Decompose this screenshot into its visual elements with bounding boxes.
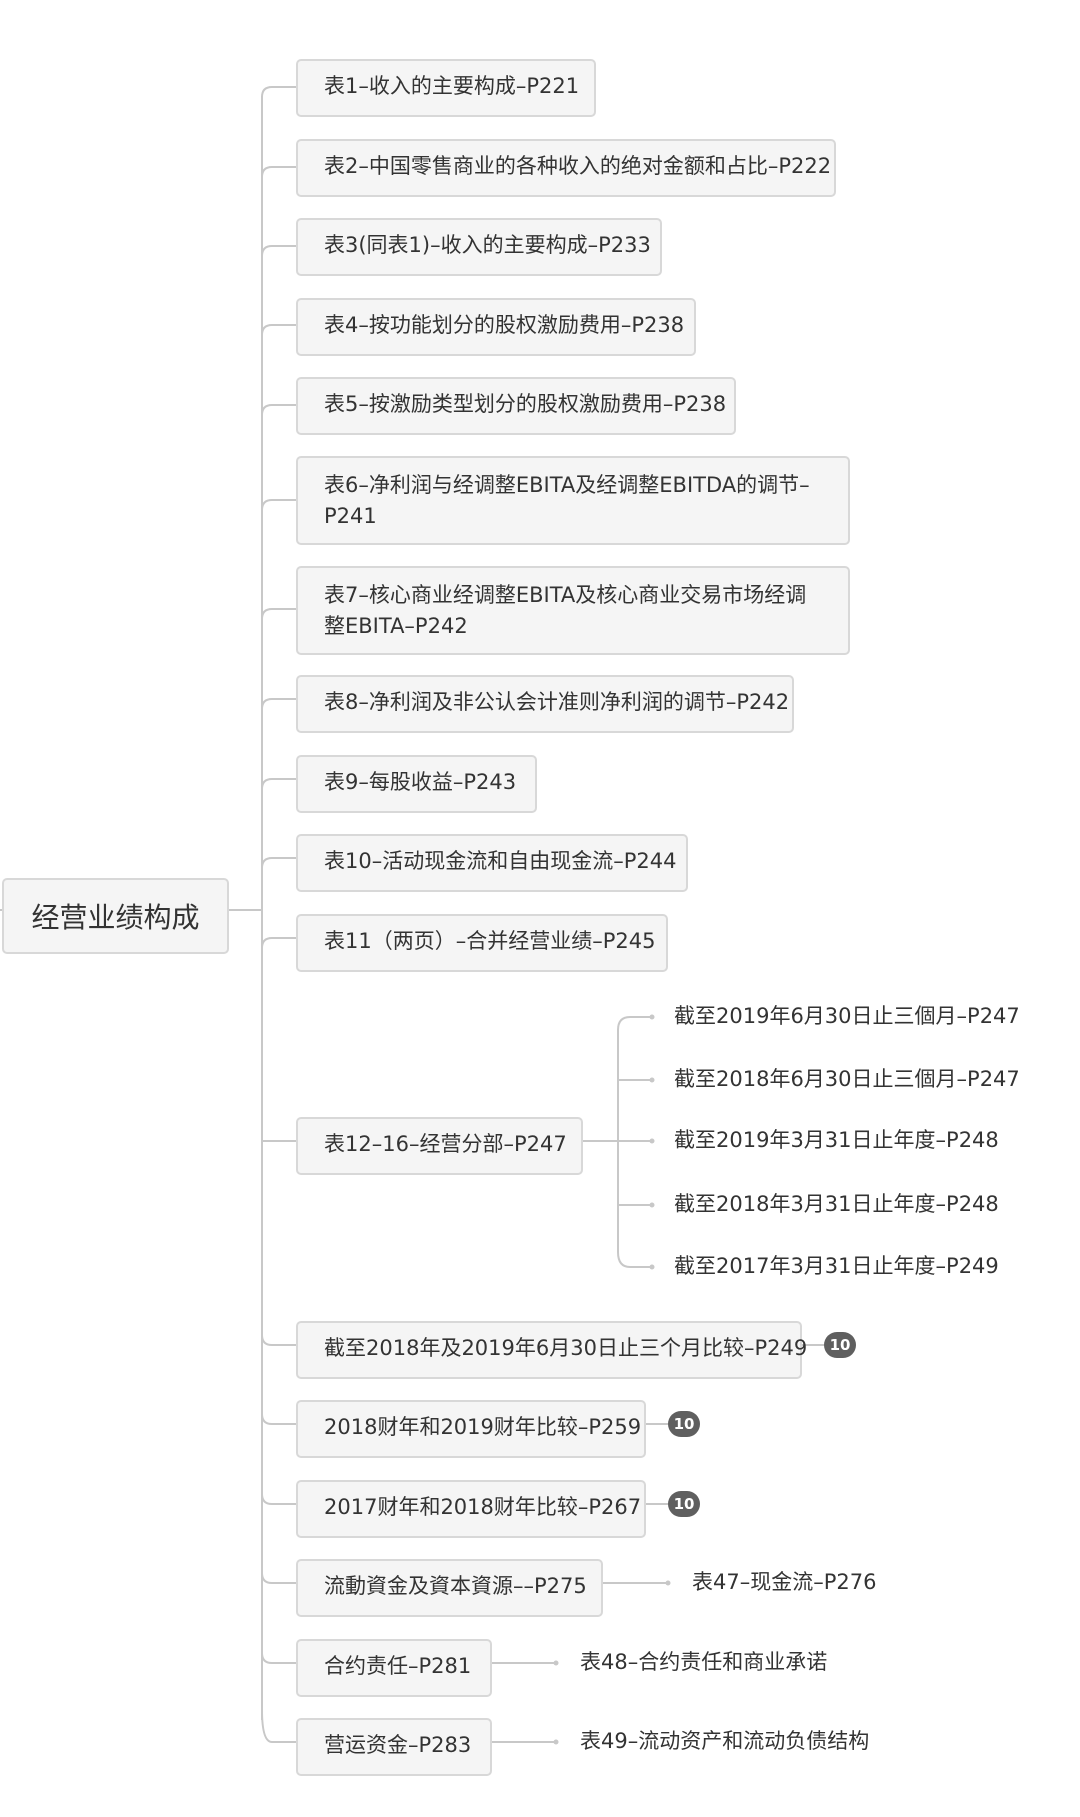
branch-node-label: 营运资金–P283 bbox=[324, 1733, 472, 1757]
branch-node-label: 表6–净利润与经调整EBITA及经调整EBITDA的调节–P241 bbox=[324, 473, 810, 528]
branch-node-label: 表8–净利润及非公认会计准则净利润的调节–P242 bbox=[324, 690, 790, 714]
branch-node-table4[interactable]: 表4–按功能划分的股权激励费用–P238 bbox=[296, 298, 696, 356]
branch-node-label: 表2–中国零售商业的各种收入的绝对金额和占比–P222 bbox=[324, 154, 832, 178]
collapsed-count-badge[interactable]: 10 bbox=[668, 1411, 700, 1437]
branch-node-label: 合约责任–P281 bbox=[324, 1654, 472, 1678]
collapsed-count-badge[interactable]: 10 bbox=[824, 1332, 856, 1358]
branch-node-label: 流動資金及資本資源––P275 bbox=[324, 1574, 587, 1598]
branch-node-fy2018-2019[interactable]: 2018财年和2019财年比较–P259 bbox=[296, 1400, 646, 1458]
branch-node-label: 表12–16–经营分部–P247 bbox=[324, 1132, 567, 1156]
branch-node-table2[interactable]: 表2–中国零售商业的各种收入的绝对金额和占比–P222 bbox=[296, 139, 836, 197]
branch-node-label: 表1–收入的主要构成–P221 bbox=[324, 74, 580, 98]
branch-node-table6[interactable]: 表6–净利润与经调整EBITA及经调整EBITDA的调节–P241 bbox=[296, 456, 850, 545]
leaf-node[interactable]: 表48–合约责任和商业承诺 bbox=[580, 1647, 827, 1678]
branch-node-quarter-comparison[interactable]: 截至2018年及2019年6月30日止三个月比较–P249 bbox=[296, 1321, 807, 1379]
branch-node-label: 2018财年和2019财年比较–P259 bbox=[324, 1415, 642, 1439]
branch-node-label: 表5–按激励类型划分的股权激励费用–P238 bbox=[324, 392, 727, 416]
leaf-node[interactable]: 截至2019年6月30日止三個月–P247 bbox=[674, 1001, 1020, 1032]
branch-node-label: 表10–活动现金流和自由现金流–P244 bbox=[324, 849, 677, 873]
collapsed-count-badge[interactable]: 10 bbox=[668, 1491, 700, 1517]
branch-node-working-capital[interactable]: 营运资金–P283 bbox=[296, 1718, 492, 1776]
root-node-label: 经营业绩构成 bbox=[31, 901, 200, 934]
leaf-node[interactable]: 截至2018年6月30日止三個月–P247 bbox=[674, 1064, 1020, 1095]
branch-node-liquidity[interactable]: 流動資金及資本資源––P275 bbox=[296, 1559, 603, 1617]
branch-node-table1[interactable]: 表1–收入的主要构成–P221 bbox=[296, 59, 596, 117]
leaf-node[interactable]: 表49–流动资产和流动负债结构 bbox=[580, 1726, 869, 1757]
branch-node-fy2017-2018[interactable]: 2017财年和2018财年比较–P267 bbox=[296, 1480, 646, 1538]
branch-node-label: 表7–核心商业经调整EBITA及核心商业交易市场经调整EBITA–P242 bbox=[324, 583, 807, 638]
branch-node-table9[interactable]: 表9–每股收益–P243 bbox=[296, 755, 537, 813]
branch-node-table3[interactable]: 表3(同表1)–收入的主要构成–P233 bbox=[296, 218, 662, 276]
branch-node-contract-obligations[interactable]: 合约责任–P281 bbox=[296, 1639, 492, 1697]
root-node[interactable]: 经营业绩构成 bbox=[2, 878, 229, 954]
branch-node-label: 表11（两页）–合并经营业绩–P245 bbox=[324, 929, 656, 953]
leaf-node[interactable]: 截至2018年3月31日止年度–P248 bbox=[674, 1189, 999, 1220]
leaf-node[interactable]: 截至2017年3月31日止年度–P249 bbox=[674, 1251, 999, 1282]
branch-node-table5[interactable]: 表5–按激励类型划分的股权激励费用–P238 bbox=[296, 377, 736, 435]
leaf-node[interactable]: 截至2019年3月31日止年度–P248 bbox=[674, 1125, 999, 1156]
branch-node-table12-16[interactable]: 表12–16–经营分部–P247 bbox=[296, 1117, 583, 1175]
branch-node-label: 表9–每股收益–P243 bbox=[324, 770, 517, 794]
branch-node-label: 表4–按功能划分的股权激励费用–P238 bbox=[324, 313, 685, 337]
branch-node-table11[interactable]: 表11（两页）–合并经营业绩–P245 bbox=[296, 914, 668, 972]
leaf-node[interactable]: 表47–现金流–P276 bbox=[692, 1567, 876, 1598]
branch-node-label: 截至2018年及2019年6月30日止三个月比较–P249 bbox=[324, 1336, 808, 1360]
branch-node-table8[interactable]: 表8–净利润及非公认会计准则净利润的调节–P242 bbox=[296, 675, 794, 733]
branch-node-table7[interactable]: 表7–核心商业经调整EBITA及核心商业交易市场经调整EBITA–P242 bbox=[296, 566, 850, 655]
branch-node-label: 表3(同表1)–收入的主要构成–P233 bbox=[324, 233, 651, 257]
branch-node-label: 2017财年和2018财年比较–P267 bbox=[324, 1495, 642, 1519]
branch-node-table10[interactable]: 表10–活动现金流和自由现金流–P244 bbox=[296, 834, 688, 892]
